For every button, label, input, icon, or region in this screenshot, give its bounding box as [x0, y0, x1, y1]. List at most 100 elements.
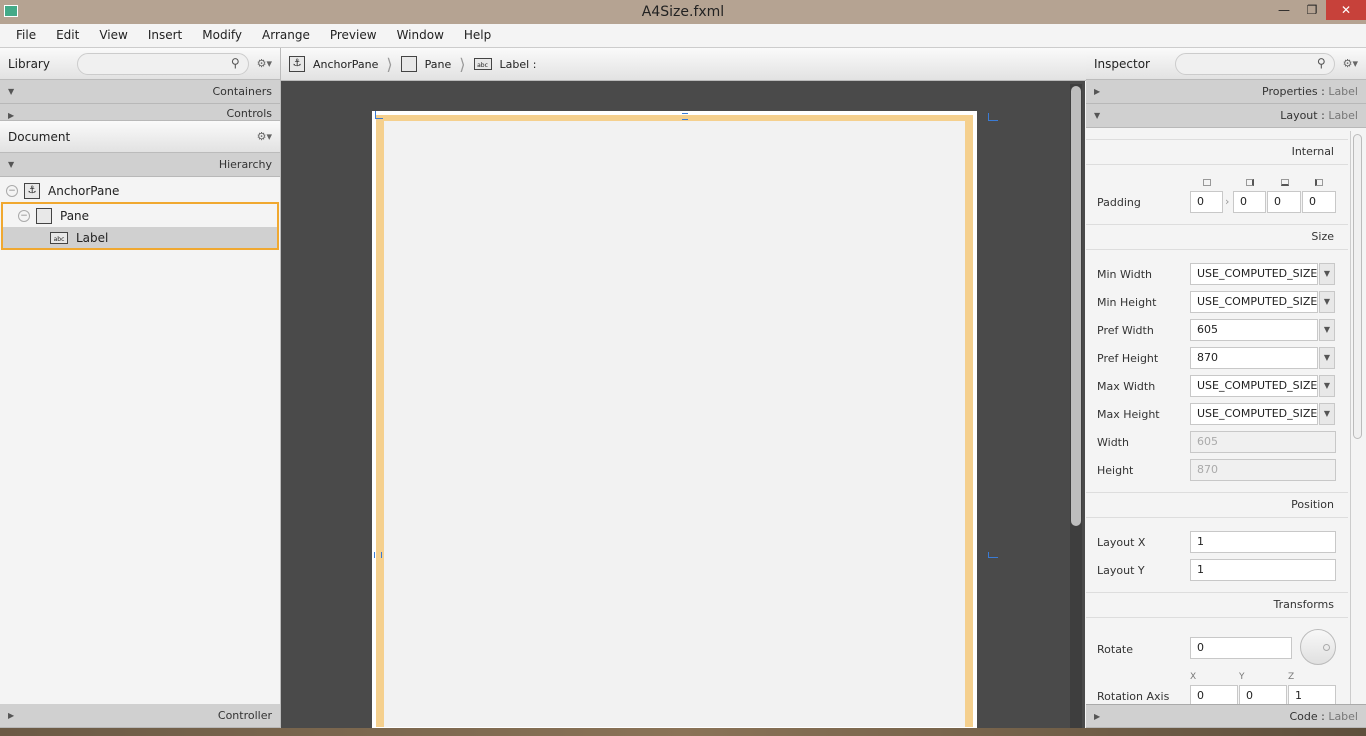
padding-left-field[interactable]: 0 [1302, 191, 1336, 213]
properties-section[interactable]: ▶ Properties : Label [1086, 80, 1366, 104]
menu-view[interactable]: View [89, 24, 137, 47]
pref-width-field[interactable]: 605 [1190, 319, 1318, 341]
pane-icon [36, 207, 52, 224]
tree-item-label[interactable]: abc Label [3, 227, 277, 248]
expand-icon: ▶ [8, 111, 15, 120]
link-chevron-icon[interactable]: › [1225, 195, 1229, 208]
menu-help[interactable]: Help [454, 24, 501, 47]
gear-icon[interactable]: ⚙▾ [257, 130, 272, 143]
padding-top-icon [1203, 179, 1211, 186]
hierarchy-section[interactable]: ▼ Hierarchy [0, 153, 280, 177]
minimize-button[interactable]: — [1270, 0, 1298, 20]
chevron-right-icon: ⟩ [459, 54, 466, 74]
resize-handle[interactable] [374, 552, 382, 558]
tree-item-anchorpane[interactable]: − ⚓ AnchorPane [0, 179, 280, 202]
rotation-axis-y-field[interactable]: 0 [1239, 685, 1287, 704]
dropdown-icon[interactable]: ▼ [1319, 263, 1335, 285]
menu-preview[interactable]: Preview [320, 24, 387, 47]
breadcrumb-anchorpane[interactable]: AnchorPane [313, 58, 378, 71]
dropdown-icon[interactable]: ▼ [1319, 347, 1335, 369]
controller-section[interactable]: ▶ Controller [0, 704, 280, 728]
menu-bar: File Edit View Insert Modify Arrange Pre… [0, 24, 1366, 48]
menu-insert[interactable]: Insert [138, 24, 192, 47]
pane-selected[interactable] [376, 115, 973, 727]
dropdown-icon[interactable]: ▼ [1319, 403, 1335, 425]
gear-icon[interactable]: ⚙▾ [1343, 57, 1358, 70]
min-height-field[interactable]: USE_COMPUTED_SIZE [1190, 291, 1318, 313]
dropdown-icon[interactable]: ▼ [1319, 319, 1335, 341]
padding-top-field[interactable]: 0 [1190, 191, 1223, 213]
label-icon: abc [473, 58, 492, 70]
canvas-scrollbar[interactable] [1070, 84, 1082, 728]
max-width-field[interactable]: USE_COMPUTED_SIZE [1190, 375, 1318, 397]
gear-icon[interactable]: ⚙▾ [257, 57, 272, 70]
width-field: 605 [1190, 431, 1336, 453]
maximize-button[interactable]: ❐ [1298, 0, 1326, 20]
menu-window[interactable]: Window [387, 24, 454, 47]
inspector-search-input[interactable]: ⚲ [1174, 52, 1335, 75]
pane-icon [400, 56, 417, 72]
menu-edit[interactable]: Edit [46, 24, 89, 47]
search-icon: ⚲ [1316, 55, 1326, 70]
taskbar [0, 728, 1366, 736]
padding-right-field[interactable]: 0 [1233, 191, 1266, 213]
library-title: Library [8, 56, 50, 71]
pref-height-field[interactable]: 870 [1190, 347, 1318, 369]
breadcrumb: ⚓ AnchorPane ⟩ Pane ⟩ abc Label : [281, 48, 1086, 81]
collapse-icon: ▼ [8, 160, 15, 169]
collapse-icon: ▼ [1094, 111, 1101, 120]
min-width-field[interactable]: USE_COMPUTED_SIZE [1190, 263, 1318, 285]
transforms-header: Transforms [1086, 592, 1348, 618]
selection-outline: − Pane abc Label [1, 202, 279, 250]
collapse-icon[interactable]: − [6, 184, 18, 197]
axis-z-label: Z [1288, 672, 1295, 682]
library-header: Library ⚲ ⚙▾ [0, 48, 280, 80]
title-bar: A4Size.fxml — ❐ ✕ [0, 0, 1366, 24]
internal-header: Internal [1086, 139, 1348, 165]
breadcrumb-label[interactable]: Label : [500, 58, 537, 71]
rotate-field[interactable]: 0 [1190, 637, 1292, 659]
size-header: Size [1086, 224, 1348, 250]
expand-icon: ▶ [8, 711, 15, 720]
design-canvas[interactable] [281, 81, 1085, 731]
tree-item-pane[interactable]: − Pane [3, 204, 277, 227]
menu-arrange[interactable]: Arrange [252, 24, 320, 47]
rotation-axis-z-field[interactable]: 1 [1288, 685, 1336, 704]
layout-section[interactable]: ▼ Layout : Label [1086, 104, 1366, 128]
left-panel: Library ⚲ ⚙▾ ▼ Containers ▶ Controls Docum… [0, 48, 281, 728]
library-section-containers[interactable]: ▼ Containers [0, 80, 280, 104]
label-icon: abc [50, 231, 68, 244]
document-header: Document ⚙▾ [0, 121, 280, 153]
resize-handle[interactable] [988, 552, 998, 558]
resize-handle[interactable] [375, 111, 383, 119]
library-search-input[interactable]: ⚲ [76, 52, 249, 75]
anchorpane-page[interactable] [372, 111, 977, 731]
dropdown-icon[interactable]: ▼ [1319, 291, 1335, 313]
dropdown-icon[interactable]: ▼ [1319, 375, 1335, 397]
max-height-field[interactable]: USE_COMPUTED_SIZE [1190, 403, 1318, 425]
inspector-scrollbar[interactable] [1350, 131, 1364, 704]
axis-y-label: Y [1239, 672, 1245, 682]
close-button[interactable]: ✕ [1326, 0, 1366, 20]
resize-handle[interactable] [988, 113, 998, 121]
rotate-dial[interactable] [1300, 629, 1336, 665]
expand-icon: ▶ [1094, 87, 1101, 96]
anchor-icon: ⚓ [289, 56, 305, 72]
menu-modify[interactable]: Modify [192, 24, 252, 47]
resize-handle[interactable] [682, 113, 688, 120]
padding-left-icon [1315, 179, 1323, 186]
scrollbar-thumb[interactable] [1071, 86, 1081, 526]
breadcrumb-pane[interactable]: Pane [425, 58, 452, 71]
collapse-icon[interactable]: − [18, 209, 30, 222]
menu-file[interactable]: File [6, 24, 46, 47]
position-header: Position [1086, 492, 1348, 518]
search-icon: ⚲ [230, 55, 240, 70]
rotation-axis-x-field[interactable]: 0 [1190, 685, 1238, 704]
axis-x-label: X [1190, 672, 1197, 682]
code-section[interactable]: ▶ Code : Label [1086, 704, 1366, 728]
padding-bottom-field[interactable]: 0 [1267, 191, 1301, 213]
layout-y-field[interactable]: 1 [1190, 559, 1336, 581]
layout-x-field[interactable]: 1 [1190, 531, 1336, 553]
library-section-controls[interactable]: ▶ Controls [0, 104, 280, 121]
scrollbar-thumb[interactable] [1353, 134, 1362, 439]
